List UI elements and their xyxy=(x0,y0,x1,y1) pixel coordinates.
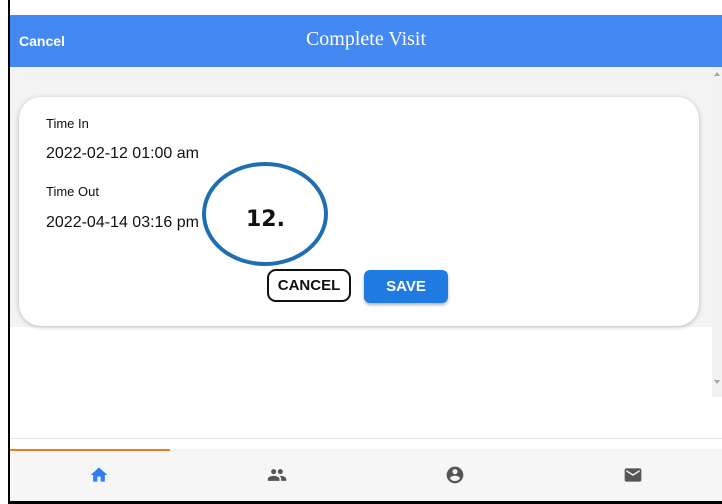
time-in-label: Time In xyxy=(46,116,89,131)
nav-item-home[interactable] xyxy=(10,449,188,501)
people-icon xyxy=(267,469,287,481)
visit-card: Time In 2022-02-12 01:00 am Time Out 202… xyxy=(19,97,699,326)
account-circle-icon xyxy=(446,466,464,484)
nav-item-people[interactable] xyxy=(188,449,366,501)
mail-icon xyxy=(624,468,642,482)
app-header: Cancel Complete Visit xyxy=(10,15,722,67)
scrollbar[interactable] xyxy=(712,67,722,397)
home-icon xyxy=(90,467,108,482)
bottom-nav xyxy=(10,449,722,501)
time-out-value[interactable]: 2022-04-14 03:16 pm xyxy=(46,214,199,232)
nav-item-account[interactable] xyxy=(366,449,544,501)
scroll-up-arrow[interactable] xyxy=(714,72,720,76)
scroll-down-arrow[interactable] xyxy=(714,380,720,384)
cancel-button[interactable]: CANCEL xyxy=(267,269,351,302)
time-in-value[interactable]: 2022-02-12 01:00 am xyxy=(46,145,199,163)
annotation-step-number: 12. xyxy=(246,207,285,232)
save-button[interactable]: SAVE xyxy=(364,270,448,303)
app-frame: Cancel Complete Visit Time In 2022-02-12… xyxy=(0,0,722,504)
page-title: Complete Visit xyxy=(305,28,427,50)
nav-item-mail[interactable] xyxy=(544,449,722,501)
time-out-label: Time Out xyxy=(46,184,99,199)
nav-divider xyxy=(10,438,722,439)
